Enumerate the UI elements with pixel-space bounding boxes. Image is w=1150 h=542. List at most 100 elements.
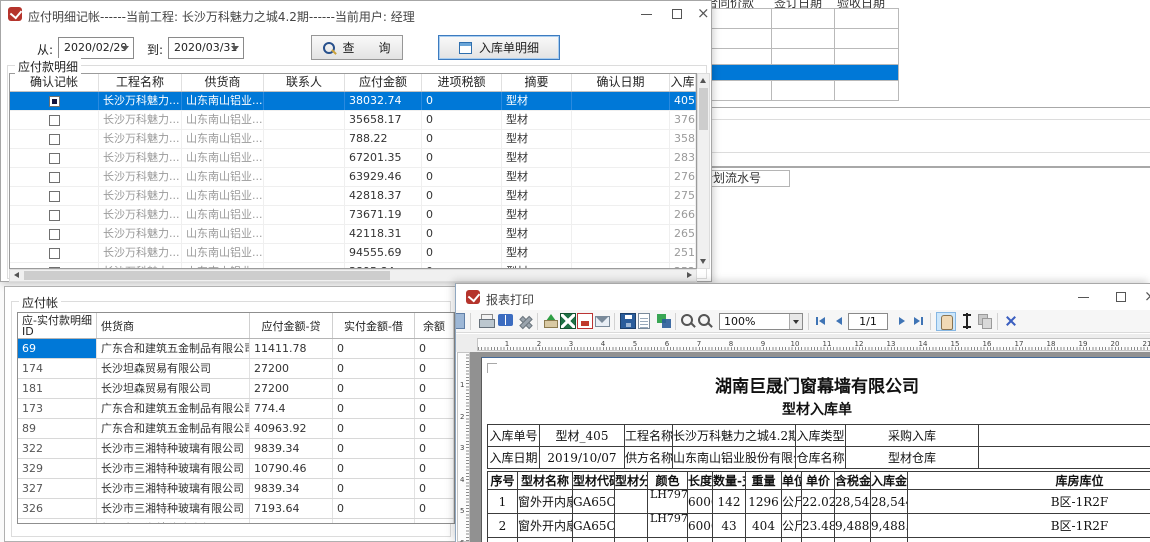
contact-cell bbox=[264, 206, 345, 224]
close-preview-icon[interactable] bbox=[1003, 313, 1019, 329]
payable-account-row[interactable]: 长沙市三湘特种玻璃有限公司 bbox=[18, 519, 454, 524]
col-project[interactable]: 工程名称 bbox=[99, 74, 182, 91]
prev-page-button[interactable] bbox=[831, 314, 846, 328]
col-supplier[interactable]: 供货商 bbox=[97, 313, 250, 338]
payable-account-row[interactable]: 89广东合和建筑五金制品有限公司40963.9200 bbox=[18, 419, 454, 439]
package-icon[interactable] bbox=[656, 313, 672, 329]
horizontal-scrollbar[interactable] bbox=[9, 269, 697, 282]
payable-amount-cell: 9839.34 bbox=[250, 439, 333, 458]
col-detail-id[interactable]: 应-实付款明细ID bbox=[18, 313, 97, 338]
export-pdf-icon[interactable] bbox=[577, 313, 593, 329]
copy-icon[interactable] bbox=[977, 313, 993, 329]
hand-tool-icon[interactable] bbox=[936, 312, 956, 331]
close-button[interactable]: × bbox=[1144, 289, 1150, 303]
confirm-checkbox[interactable] bbox=[49, 229, 60, 240]
payable-detail-row[interactable]: 长沙万科魅力...山东南山铝业...63929.460型材276 bbox=[10, 168, 696, 187]
payable-account-row[interactable]: 326长沙市三湘特种玻璃有限公司7193.6400 bbox=[18, 499, 454, 519]
col-balance[interactable]: 余额 bbox=[415, 313, 454, 338]
page-number-field[interactable]: 1/1 bbox=[848, 313, 888, 330]
from-date-combo[interactable]: 2020/02/29 bbox=[58, 37, 134, 59]
last-page-button[interactable] bbox=[911, 314, 926, 328]
export-icon[interactable] bbox=[542, 313, 558, 329]
scrollbar-thumb[interactable] bbox=[699, 88, 708, 130]
maximize-button[interactable] bbox=[672, 9, 682, 19]
table-row-selected[interactable] bbox=[701, 65, 898, 81]
table-row[interactable] bbox=[701, 29, 898, 49]
export-excel-icon[interactable] bbox=[560, 313, 576, 329]
col-supplier[interactable]: 供货商 bbox=[182, 74, 264, 91]
chevron-down-icon[interactable] bbox=[789, 314, 802, 329]
col-payable-credit[interactable]: 应付金额-贷 bbox=[250, 313, 333, 338]
col-contact[interactable]: 联系人 bbox=[264, 74, 345, 91]
payable-detail-row[interactable]: 长沙万科魅力...山东南山铝业...73671.190型材266 bbox=[10, 206, 696, 225]
vertical-scrollbar[interactable] bbox=[697, 73, 710, 269]
col-paid-debit[interactable]: 实付金额-借 bbox=[333, 313, 415, 338]
payable-detail-row[interactable]: 长沙万科魅力...山东南山铝业...67201.350型材283 bbox=[10, 149, 696, 168]
col-entry[interactable]: 入库 bbox=[670, 74, 696, 91]
scroll-down-icon[interactable] bbox=[700, 259, 706, 264]
table-row[interactable] bbox=[701, 81, 898, 101]
payable-account-row[interactable]: 322长沙市三湘特种玻璃有限公司9839.3400 bbox=[18, 439, 454, 459]
send-mail-icon[interactable] bbox=[595, 316, 610, 327]
payable-account-row[interactable]: 69广东合和建筑五金制品有限公司11411.7800 bbox=[18, 339, 454, 359]
maximize-button[interactable] bbox=[1116, 292, 1126, 302]
detail-cell: GA65C07 bbox=[573, 490, 615, 514]
settings-icon[interactable] bbox=[517, 313, 533, 329]
first-page-button[interactable] bbox=[813, 314, 828, 328]
confirm-checkbox[interactable] bbox=[49, 248, 60, 259]
col-amount[interactable]: 应付金额 bbox=[345, 74, 422, 91]
contact-cell bbox=[264, 187, 345, 205]
confirm-checkbox[interactable] bbox=[49, 96, 60, 107]
text-select-icon[interactable] bbox=[960, 313, 976, 329]
scroll-left-icon[interactable] bbox=[14, 272, 19, 278]
zoom-out-icon[interactable] bbox=[697, 313, 713, 329]
payable-detail-row[interactable]: 长沙万科魅力...山东南山铝业...38032.740型材405 bbox=[10, 92, 696, 111]
close-button[interactable]: × bbox=[697, 6, 710, 20]
page-setup-icon[interactable] bbox=[498, 314, 513, 326]
print-icon[interactable] bbox=[478, 313, 494, 329]
document-icon[interactable] bbox=[638, 313, 650, 329]
save-icon[interactable] bbox=[620, 313, 636, 329]
confirm-checkbox[interactable] bbox=[49, 153, 60, 164]
print-preview-area[interactable]: 湖南巨晟门窗幕墙有限公司 型材入库单 入库单号型材_405工程名称长沙万科魅力之… bbox=[470, 352, 1150, 542]
payable-account-row[interactable]: 327长沙市三湘特种玻璃有限公司9839.3400 bbox=[18, 479, 454, 499]
payable-account-row[interactable]: 329长沙市三湘特种玻璃有限公司10790.4600 bbox=[18, 459, 454, 479]
payable-detail-row[interactable]: 长沙万科魅力...山东南山铝业...35658.170型材376 bbox=[10, 111, 696, 130]
confirm-checkbox[interactable] bbox=[49, 191, 60, 202]
payable-detail-row[interactable]: 长沙万科魅力...山东南山铝业...94555.690型材251 bbox=[10, 244, 696, 263]
payable-amount-cell: 27200 bbox=[250, 359, 333, 378]
table-row[interactable] bbox=[701, 49, 898, 65]
summary-cell: 型材 bbox=[502, 130, 572, 148]
payable-account-row[interactable]: 181长沙坦森贸易有限公司2720000 bbox=[18, 379, 454, 399]
titlebar[interactable]: 应付明细记帐------当前工程: 长沙万科魅力之城4.2期------当前用户… bbox=[1, 1, 711, 28]
col-tax[interactable]: 进项税额 bbox=[422, 74, 502, 91]
confirm-checkbox[interactable] bbox=[49, 210, 60, 221]
payable-detail-row[interactable]: 长沙万科魅力...山东南山铝业...42118.310型材265 bbox=[10, 225, 696, 244]
minimize-button[interactable] bbox=[1078, 297, 1089, 298]
to-date-combo[interactable]: 2020/03/31 bbox=[168, 37, 244, 59]
confirm-checkbox[interactable] bbox=[49, 134, 60, 145]
payable-detail-row[interactable]: 长沙万科魅力...山东南山铝业...42818.370型材275 bbox=[10, 187, 696, 206]
confirm-checkbox[interactable] bbox=[49, 172, 60, 183]
info-label: 仓库名称 bbox=[796, 447, 846, 469]
zoom-in-icon[interactable] bbox=[680, 313, 696, 329]
confirm-checkbox[interactable] bbox=[49, 115, 60, 126]
table-row[interactable] bbox=[701, 9, 898, 29]
scroll-up-icon[interactable] bbox=[700, 78, 706, 83]
zoom-level-combo[interactable]: 100% bbox=[719, 313, 803, 330]
col-confirm[interactable]: 确认记帐 bbox=[10, 74, 99, 91]
next-page-button[interactable] bbox=[894, 314, 909, 328]
entry-detail-button[interactable]: 入库单明细 bbox=[438, 35, 560, 60]
col-confirm-date[interactable]: 确认日期 bbox=[572, 74, 670, 91]
minimize-button[interactable] bbox=[641, 14, 652, 15]
scroll-right-icon[interactable] bbox=[687, 272, 692, 278]
titlebar[interactable]: 报表打印 × bbox=[456, 284, 1150, 311]
scrollbar-thumb[interactable] bbox=[24, 271, 390, 280]
payable-account-row[interactable]: 173广东合和建筑五金制品有限公司774.400 bbox=[18, 399, 454, 419]
payable-detail-row[interactable]: 长沙万科魅力...山东南山铝业...788.220型材358 bbox=[10, 130, 696, 149]
payable-account-row[interactable]: 174长沙坦森贸易有限公司2720000 bbox=[18, 359, 454, 379]
query-button[interactable]: 查 询 bbox=[311, 35, 403, 60]
detail-cell bbox=[518, 538, 573, 542]
panel-icon[interactable] bbox=[455, 313, 465, 329]
col-summary[interactable]: 摘要 bbox=[502, 74, 572, 91]
